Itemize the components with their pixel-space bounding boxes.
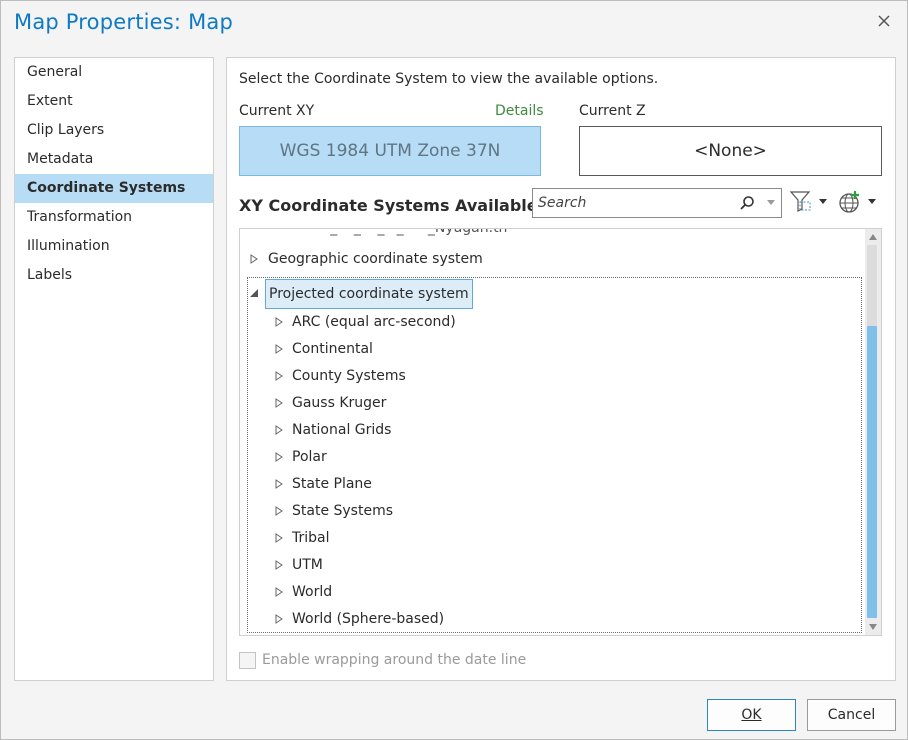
tree-node-child[interactable]: ARC (equal arc-second) <box>292 310 456 334</box>
current-xy-label: Current XY <box>239 103 315 119</box>
wrap-dateline-checkbox[interactable] <box>239 651 256 669</box>
map-properties-dialog: Map Properties: Map General Extent Clip … <box>0 0 908 740</box>
sidebar-item-labels[interactable]: Labels <box>15 261 213 290</box>
sidebar-item-metadata[interactable]: Metadata <box>15 145 213 174</box>
expand-arrow-icon[interactable] <box>274 614 284 624</box>
sidebar-item-clip-layers[interactable]: Clip Layers <box>15 116 213 145</box>
sidebar-item-extent[interactable]: Extent <box>15 87 213 116</box>
add-coordinate-system-button[interactable] <box>837 189 879 215</box>
scrollbar-track[interactable] <box>867 245 877 326</box>
sidebar-item-general[interactable]: General <box>15 58 213 87</box>
search-box[interactable] <box>532 188 782 218</box>
expand-arrow-icon[interactable] <box>274 587 284 597</box>
globe-add-icon <box>839 191 876 213</box>
coordinate-system-tree[interactable]: – '_ ' '_ ' '_' '_' '' '_Nyagan.th Geogr… <box>239 228 882 636</box>
expand-arrow-icon[interactable] <box>274 452 284 462</box>
dialog-title: Map Properties: Map <box>14 10 233 34</box>
expand-arrow-icon[interactable] <box>274 560 284 570</box>
tree-node-child[interactable]: County Systems <box>292 364 406 388</box>
sidebar-item-transformation[interactable]: Transformation <box>15 203 213 232</box>
expand-arrow-icon[interactable] <box>274 479 284 489</box>
expand-arrow-icon[interactable] <box>274 506 284 516</box>
wrap-dateline-option: Enable wrapping around the date line <box>239 650 526 670</box>
clipped-tree-item[interactable]: – '_ ' '_ ' '_' '_' '' '_Nyagan.th <box>315 229 507 236</box>
expand-arrow-icon[interactable] <box>274 533 284 543</box>
scroll-up-icon[interactable] <box>868 232 878 242</box>
chevron-down-icon[interactable] <box>767 200 775 206</box>
vertical-scrollbar[interactable] <box>865 229 881 635</box>
tree-node-child[interactable]: Polar <box>292 445 327 469</box>
instruction-text: Select the Coordinate System to view the… <box>239 71 659 87</box>
ok-label: OK <box>741 707 762 723</box>
sidebar-item-coordinate-systems[interactable]: Coordinate Systems <box>15 174 213 203</box>
collapse-arrow-icon[interactable] <box>249 288 259 298</box>
expand-arrow-icon[interactable] <box>274 398 284 408</box>
expand-arrow-icon[interactable] <box>274 425 284 435</box>
wrap-dateline-label: Enable wrapping around the date line <box>262 652 527 668</box>
tree-node-child[interactable]: Gauss Kruger <box>292 391 386 415</box>
tree-node-child[interactable]: World <box>292 580 332 604</box>
tree-node-child[interactable]: Continental <box>292 337 373 361</box>
details-link[interactable]: Details <box>495 103 544 119</box>
sidebar: General Extent Clip Layers Metadata Coor… <box>14 57 214 681</box>
search-icon[interactable] <box>739 195 755 211</box>
ok-button[interactable]: OK <box>707 699 796 731</box>
tree-node-child[interactable]: State Systems <box>292 499 393 523</box>
tree-node-child[interactable]: UTM <box>292 553 323 577</box>
scroll-down-icon[interactable] <box>868 622 878 632</box>
expand-arrow-icon[interactable] <box>274 371 284 381</box>
available-heading: XY Coordinate Systems Available <box>239 196 538 215</box>
tree-node-child[interactable]: State Plane <box>292 472 372 496</box>
current-z-box[interactable]: <None> <box>579 126 882 176</box>
tree-node-projected[interactable]: Projected coordinate system <box>265 279 473 309</box>
close-button[interactable] <box>873 10 895 32</box>
cancel-button[interactable]: Cancel <box>807 699 896 731</box>
filter-button[interactable] <box>789 189 829 215</box>
filter-icon <box>789 191 827 212</box>
tree-node-child[interactable]: Tribal <box>292 526 330 550</box>
sidebar-item-illumination[interactable]: Illumination <box>15 232 213 261</box>
coordinate-systems-panel: Select the Coordinate System to view the… <box>226 57 896 681</box>
current-z-label: Current Z <box>579 103 646 119</box>
current-xy-box[interactable]: WGS 1984 UTM Zone 37N <box>239 126 541 176</box>
tree-node-geographic[interactable]: Geographic coordinate system <box>268 247 483 271</box>
expand-arrow-icon[interactable] <box>249 254 259 264</box>
tree-node-child[interactable]: World (Sphere-based) <box>292 607 444 631</box>
search-input[interactable] <box>538 193 728 213</box>
close-icon <box>878 15 890 27</box>
scrollbar-thumb[interactable] <box>867 326 877 618</box>
expand-arrow-icon[interactable] <box>274 317 284 327</box>
expand-arrow-icon[interactable] <box>274 344 284 354</box>
tree-node-child[interactable]: National Grids <box>292 418 391 442</box>
